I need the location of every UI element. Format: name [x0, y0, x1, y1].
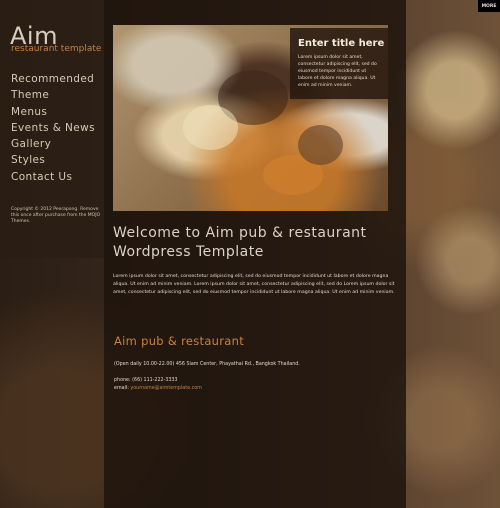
email-link[interactable]: yourname@aimtemplate.com — [130, 386, 201, 391]
welcome-heading: Welcome to Aim pub & restaurant Wordpres… — [113, 225, 367, 260]
nav-item-contact-us[interactable]: Contact Us — [11, 169, 103, 185]
phone-text: phone: (66) 111-222-3333 — [114, 378, 178, 383]
contact-heading: Aim pub & restaurant — [114, 334, 245, 348]
site-tagline: restaurant template — [11, 44, 102, 54]
address-text: (Open daily 10.00-22.00) 456 Siam Center… — [114, 362, 300, 367]
food-highlight — [183, 105, 238, 150]
email-label: email: — [114, 386, 131, 391]
nav-item-gallery[interactable]: Gallery — [11, 136, 103, 152]
nav-item-theme[interactable]: Theme — [11, 87, 103, 103]
nav-item-recommended[interactable]: Recommended — [11, 71, 103, 87]
copyright-text: Copyright © 2012 Peerapong. Remove this … — [11, 207, 101, 224]
more-button[interactable]: MORE — [478, 0, 500, 12]
salad-greens — [298, 125, 343, 165]
hero-title: Enter title here — [298, 38, 385, 49]
email-row: email: yourname@aimtemplate.com — [114, 386, 202, 391]
intro-paragraph: Lorem ipsum dolor sit amet, consectetur … — [113, 274, 395, 296]
nav-item-menus[interactable]: Menus — [11, 104, 103, 120]
main-nav: Recommended Theme Menus Events & News Ga… — [11, 71, 103, 185]
hero-text: Lorem ipsum dolor sit amet, consectetur … — [298, 55, 377, 89]
nav-item-events-news[interactable]: Events & News — [11, 120, 103, 136]
nav-item-styles[interactable]: Styles — [11, 152, 103, 168]
hero-caption-box: Enter title here Lorem ipsum dolor sit a… — [290, 28, 388, 99]
